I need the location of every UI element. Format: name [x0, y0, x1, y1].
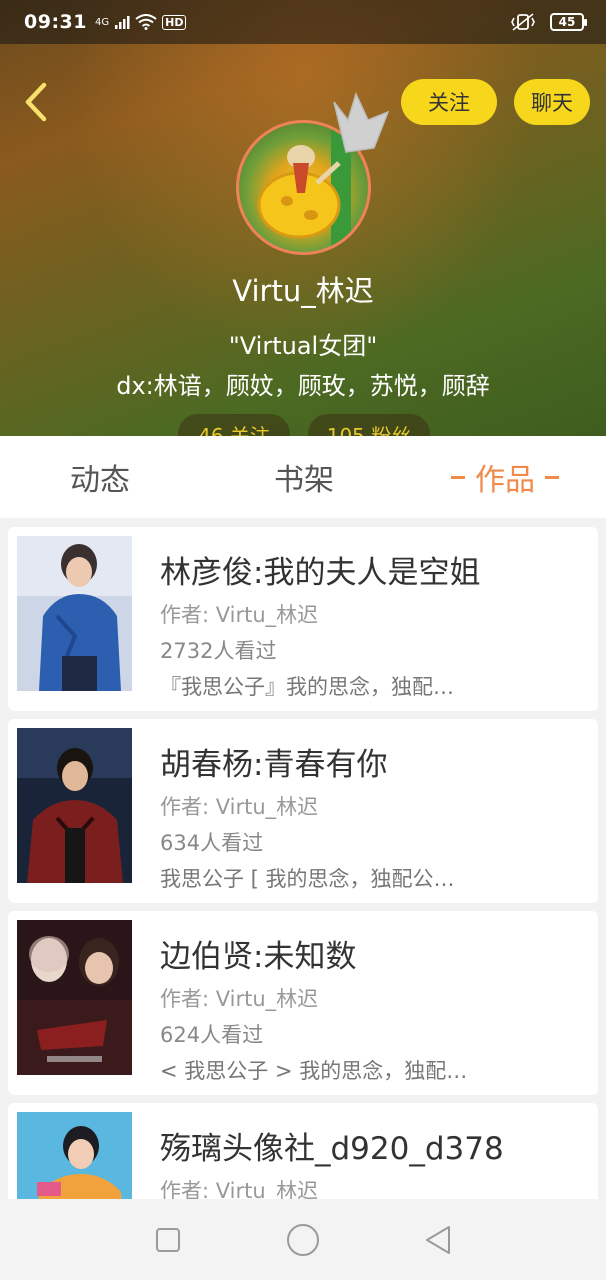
chevron-left-icon: [25, 82, 47, 122]
tab-works-indicator-left: [451, 475, 465, 479]
works-list: 林彦俊:我的夫人是空姐 作者: Virtu_林迟 2732人看过 『我思公子』我…: [8, 527, 598, 1199]
tab-works-label: 作品: [475, 463, 535, 498]
status-bar: 09:31 4G HD 45: [0, 0, 606, 44]
back-button[interactable]: [14, 78, 58, 126]
tab-bookshelf[interactable]: 书架: [244, 436, 364, 518]
profile-username: Virtu_林迟: [232, 274, 374, 308]
vibrate-icon: [511, 13, 535, 31]
work-title: 林彦俊:我的夫人是空姐: [160, 555, 481, 591]
work-title: 殇璃头像社_d920_d378: [160, 1131, 504, 1167]
work-author: 作者: Virtu_林迟: [160, 603, 319, 627]
profile-tabs: 动态 书架 作品: [0, 436, 606, 518]
list-item[interactable]: 林彦俊:我的夫人是空姐 作者: Virtu_林迟 2732人看过 『我思公子』我…: [8, 527, 598, 711]
work-description: 我思公子 [ 我的思念，独配公…: [160, 867, 455, 891]
tab-works-indicator-right: [545, 475, 559, 479]
work-views: 624人看过: [160, 1023, 264, 1047]
signal-icon: [115, 16, 130, 29]
list-item[interactable]: 殇璃头像社_d920_d378 作者: Virtu_林迟: [8, 1103, 598, 1199]
triangle-back-icon: [426, 1225, 451, 1254]
status-time: 09:31: [24, 11, 87, 33]
wifi-icon: [135, 14, 157, 30]
system-nav-bar: [0, 1199, 606, 1280]
work-views: 2732人看过: [160, 639, 277, 663]
list-item[interactable]: 边伯贤:未知数 作者: Virtu_林迟 624人看过 < 我思公子 > 我的思…: [8, 911, 598, 1095]
work-description: 『我思公子』我的思念，独配…: [160, 675, 454, 699]
work-cover: [17, 536, 132, 691]
network-label: 4G: [94, 16, 110, 28]
work-cover: [17, 1112, 132, 1199]
work-author: 作者: Virtu_林迟: [160, 795, 319, 819]
follow-button[interactable]: 关注: [401, 79, 497, 125]
chat-button[interactable]: 聊天: [514, 79, 590, 125]
work-author: 作者: Virtu_林迟: [160, 987, 319, 1011]
work-cover: [17, 920, 132, 1075]
battery-icon: 45: [550, 13, 587, 31]
work-cover: [17, 728, 132, 883]
tab-dynamic[interactable]: 动态: [40, 436, 160, 518]
crown-icon: [333, 91, 390, 153]
recents-button[interactable]: [148, 1220, 188, 1260]
back-nav-button[interactable]: [418, 1220, 458, 1260]
circle-icon: [286, 1223, 319, 1256]
work-title: 边伯贤:未知数: [160, 939, 357, 975]
hd-icon: HD: [162, 14, 187, 30]
tab-works[interactable]: 作品: [432, 436, 578, 518]
square-icon: [155, 1227, 180, 1252]
work-title: 胡春杨:青春有你: [160, 747, 388, 783]
home-button[interactable]: [283, 1220, 323, 1260]
profile-bio: dx:林谙，顾妏，顾玫，苏悦，顾辞: [116, 372, 490, 400]
profile-signature: "Virtual女团": [228, 332, 378, 360]
work-description: < 我思公子 > 我的思念，独配…: [160, 1059, 468, 1083]
work-views: 634人看过: [160, 831, 264, 855]
profile-header: 09:31 4G HD 45 关注 聊天 Virtu_林迟 "Virtual女团…: [0, 0, 606, 440]
list-item[interactable]: 胡春杨:青春有你 作者: Virtu_林迟 634人看过 我思公子 [ 我的思念…: [8, 719, 598, 903]
avatar[interactable]: [236, 91, 390, 255]
work-author: 作者: Virtu_林迟: [160, 1179, 319, 1199]
